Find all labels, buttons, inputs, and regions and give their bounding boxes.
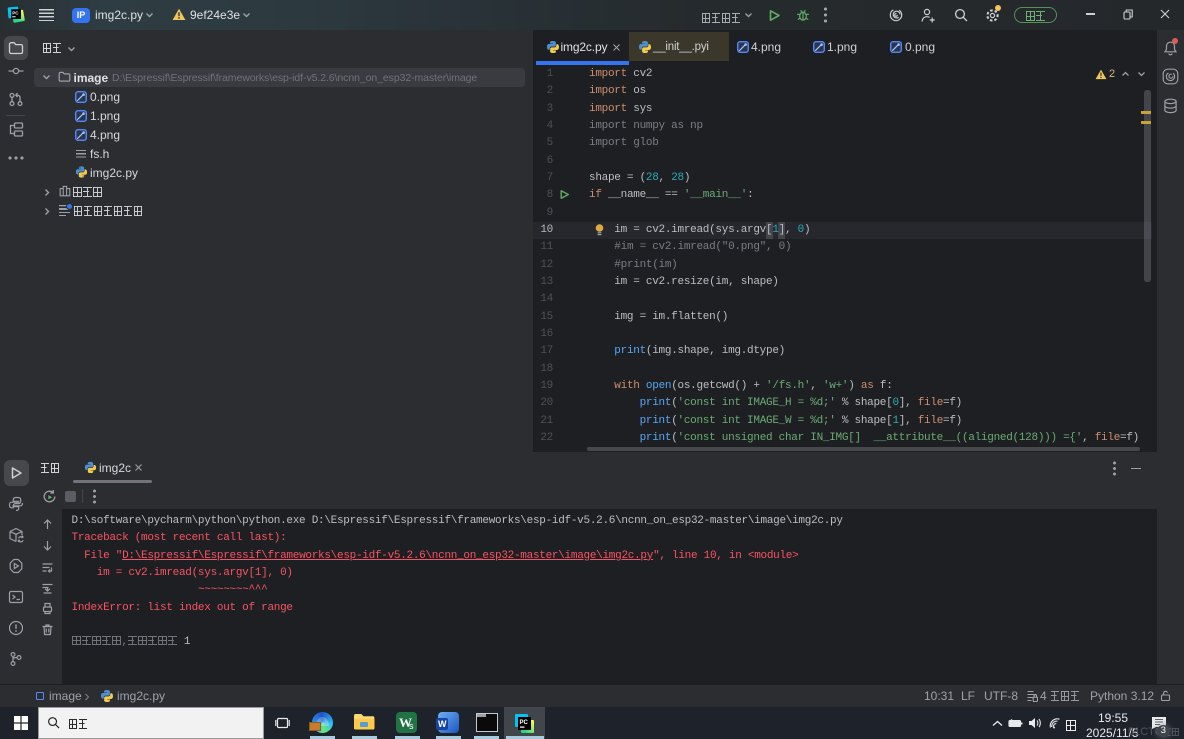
svg-text:PC: PC	[520, 720, 529, 726]
svg-text:PC: PC	[12, 11, 19, 16]
